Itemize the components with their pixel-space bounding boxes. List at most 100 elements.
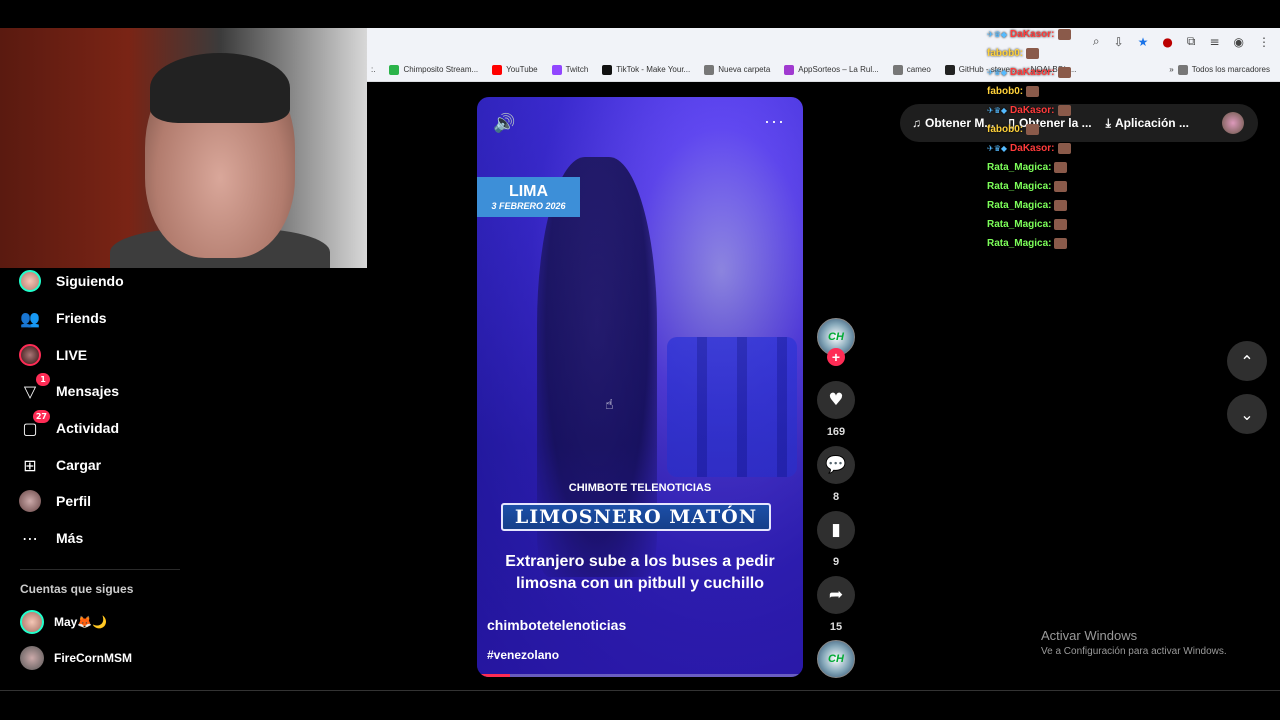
messages-icon: ▽ 1 [18, 373, 50, 403]
comment-button[interactable]: 💬 [817, 446, 855, 484]
sidebar-item-label: Cargar [56, 457, 102, 473]
save-count: 9 [832, 556, 840, 568]
bookmark-label: TikTok - Make Your... [616, 65, 691, 74]
chat-message: ✈♛◆ DaKasor: [987, 102, 1071, 118]
tiktok-icon [602, 64, 613, 75]
desktop-app-button[interactable]: ⤓ Aplicación ... [1106, 116, 1189, 131]
bookmarks-bar: :. Chimposito Stream... YouTube Twitch T… [367, 58, 1280, 82]
following-item[interactable]: FireCornMSM [20, 646, 132, 670]
emote-icon [1057, 28, 1071, 40]
sidebar-item-mas[interactable]: ⋯ Más [18, 525, 83, 551]
share-icon: ➦ [828, 585, 844, 605]
video-subhead: Extranjero sube a los buses a pedir limo… [505, 553, 775, 592]
bookmark-item[interactable]: Chimposito Stream... [389, 64, 478, 75]
video-player[interactable]: 🔊 ··· LIMA 3 FEBRERO 2026 ☝ CHIMBOTE TEL… [477, 97, 803, 677]
chat-username: fabob0: [987, 47, 1024, 59]
location-box: LIMA 3 FEBRERO 2026 [477, 177, 580, 217]
follow-plus-icon[interactable]: + [827, 348, 845, 366]
chat-username: Rata_Magica: [987, 180, 1052, 192]
video-hashtag[interactable]: #venezolano [487, 648, 559, 662]
install-icon[interactable]: ⇩ [1114, 35, 1124, 49]
chat-message: ✈♛◆ DaKasor: [987, 64, 1071, 80]
video-author[interactable]: chimbotetelenoticias [487, 617, 626, 633]
windows-activation-watermark: Activar Windows Ve a Configuración para … [1041, 628, 1227, 657]
bookmark-star-icon[interactable]: ★ [1138, 35, 1149, 49]
chat-message: fabob0: [987, 45, 1040, 61]
bookmark-item[interactable]: Nueva carpeta [704, 64, 771, 75]
friends-icon: 👥 [20, 308, 40, 328]
video-progress-fill [477, 674, 510, 677]
sidebar-item-perfil[interactable]: Perfil [18, 488, 91, 514]
profile-avatar-icon [18, 489, 42, 513]
bookmark-item[interactable]: TikTok - Make Your... [602, 64, 691, 75]
emote-icon [1054, 180, 1068, 192]
media-icon[interactable]: ≡ [1209, 35, 1219, 49]
user-avatar[interactable] [1222, 112, 1244, 134]
volume-icon[interactable]: 🔊 [493, 113, 515, 134]
sidebar-item-friends[interactable]: 👥 Friends [18, 305, 107, 331]
profile-icon[interactable]: ◉ [1234, 35, 1244, 49]
emote-icon [1054, 237, 1068, 249]
chat-message: Rata_Magica: [987, 235, 1068, 251]
bookmark-label: AppSorteos – La Rul... [798, 65, 879, 74]
top-toolbar: ♫ Obtener M... ▯ Obtener la ... ⤓ Aplicació… [900, 104, 1258, 142]
video-progress[interactable] [477, 674, 803, 677]
chat-message: Rata_Magica: [987, 197, 1068, 213]
video-headline: LIMOSNERO MATÓN [501, 503, 771, 531]
next-video-button[interactable]: ⌄ [1227, 394, 1267, 434]
screen: ⌕ ⇩ ★ ● ⧉ ≡ ◉ ⋮ :. Chimposito Stream... … [0, 0, 1280, 720]
chat-username: Rata_Magica: [987, 218, 1052, 230]
bookmark-item[interactable]: cameo [892, 64, 931, 75]
chat-username: DaKasor: [1010, 28, 1055, 40]
sidebar-item-live[interactable]: LIVE [18, 342, 87, 368]
get-music-label: Obtener M... [925, 116, 995, 130]
bookmark-icon [389, 64, 400, 75]
all-bookmarks-label: Todos los marcadores [1191, 65, 1270, 74]
emote-icon [1057, 104, 1071, 116]
download-icon: ⤓ [1105, 115, 1111, 130]
bookmark-item[interactable]: YouTube [492, 64, 538, 75]
emote-icon [1057, 142, 1071, 154]
location-city: LIMA [508, 183, 549, 200]
extension-record-icon[interactable]: ● [1162, 35, 1172, 49]
bookmark-label: Nueva carpeta [718, 65, 771, 74]
following-item[interactable]: May🦊🌙 [20, 610, 107, 634]
previous-video-button[interactable]: ⌃ [1227, 341, 1267, 381]
extensions-icon[interactable]: ⧉ [1187, 34, 1196, 49]
activity-badge: 27 [32, 410, 50, 423]
sidebar-item-mensajes[interactable]: ▽ 1 Mensajes [18, 373, 119, 404]
save-button[interactable]: ▮ [817, 511, 855, 549]
chat-badges-icon: ✈♛◆ [987, 29, 1008, 39]
like-button[interactable]: ♥ [817, 381, 855, 419]
all-bookmarks[interactable]: » Todos los marcadores [1169, 64, 1270, 75]
menu-icon[interactable]: ⋮ [1258, 35, 1270, 49]
chat-username: fabob0: [987, 85, 1024, 97]
messages-badge: 1 [36, 373, 50, 386]
sidebar-item-cargar[interactable]: ⊞ Cargar [18, 452, 101, 478]
chat-badges-icon: ✈♛◆ [987, 67, 1008, 77]
zoom-icon[interactable]: ⌕ [1093, 34, 1100, 49]
get-music-button[interactable]: ♫ Obtener M... [912, 116, 994, 130]
activation-title: Activar Windows [1041, 628, 1138, 643]
divider [20, 569, 180, 570]
bookmark-item[interactable]: Twitch [551, 64, 588, 75]
sound-avatar[interactable]: CH [817, 640, 855, 678]
channel-name-overlay: CHIMBOTE TELENOTICIAS [568, 482, 712, 494]
more-dots-icon: ⋯ [22, 528, 38, 548]
location-date: 3 FEBRERO 2026 [491, 201, 566, 211]
emote-icon [1054, 199, 1068, 211]
chevron-right-icon[interactable]: » [1169, 65, 1173, 74]
chat-username: DaKasor: [1010, 66, 1055, 78]
heart-icon: ♥ [828, 390, 844, 410]
music-note-icon: ♫ [912, 116, 921, 130]
webcam-overlay [0, 28, 367, 268]
sidebar-item-actividad[interactable]: ▢ 27 Actividad [18, 410, 119, 441]
sidebar-item-siguiendo[interactable]: Siguiendo [18, 268, 124, 294]
chevron-up-icon: ⌃ [1240, 351, 1254, 371]
bookmark-item[interactable]: AppSorteos – La Rul... [784, 64, 879, 75]
chat-username: Rata_Magica: [987, 199, 1052, 211]
share-button[interactable]: ➦ [817, 576, 855, 614]
more-options-icon[interactable]: ··· [764, 111, 785, 132]
chat-username: Rata_Magica: [987, 237, 1052, 249]
chat-message: Rata_Magica: [987, 216, 1068, 232]
